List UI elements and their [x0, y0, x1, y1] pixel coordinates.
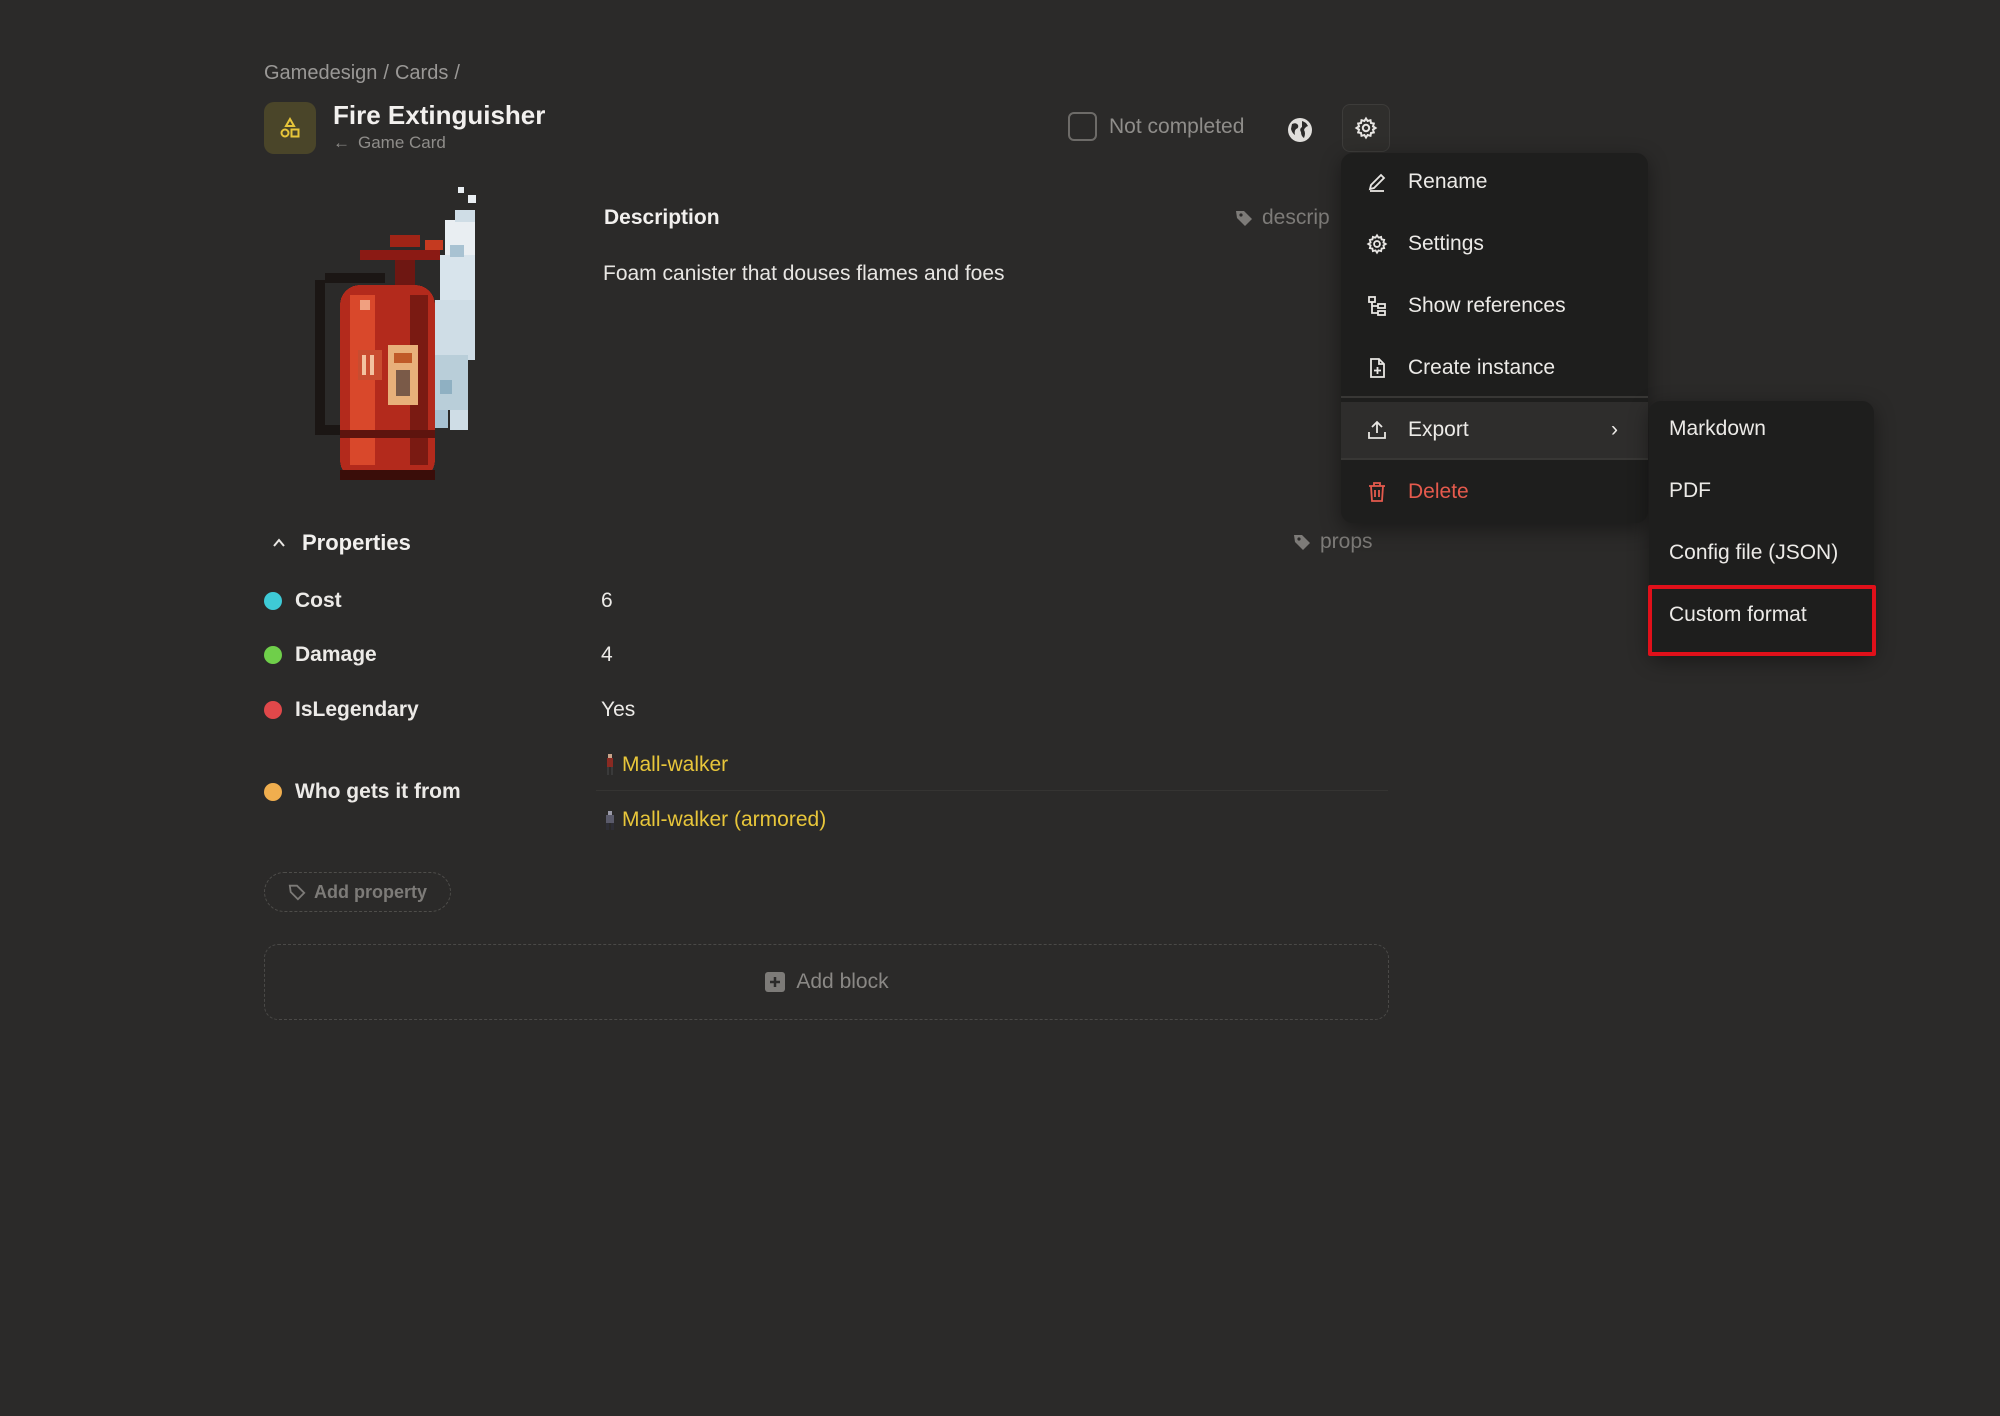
description-heading: Description [604, 206, 720, 229]
add-property-label: Add property [313, 881, 427, 902]
property-value-cost[interactable]: 6 [601, 589, 613, 613]
page-options-menu: Rename Settings Show references Create i… [1341, 153, 1648, 523]
menu-item-label: Rename [1408, 170, 1488, 193]
menu-item-label: Export [1408, 418, 1469, 441]
template-link[interactable]: ← Game Card [333, 133, 446, 153]
mall-walker-armored-icon [606, 811, 614, 830]
menu-separator [1341, 396, 1648, 398]
tag-icon [1294, 535, 1310, 550]
reference-link[interactable]: Mall-walker [604, 753, 728, 777]
description-tag[interactable]: descrip [1234, 206, 1330, 230]
properties-heading: Properties [302, 530, 411, 555]
breadcrumb-separator: / [383, 62, 389, 84]
chevron-right-icon: › [1611, 418, 1618, 441]
highlight-box [1648, 585, 1876, 656]
page-title: Fire Extinguisher [333, 100, 546, 130]
menu-item-label: Delete [1408, 480, 1469, 503]
arrow-left-icon: ← [333, 133, 350, 152]
add-block-label: Add block [796, 970, 889, 993]
globe-icon[interactable] [1282, 112, 1318, 148]
tree-icon [1368, 296, 1386, 316]
export-pdf[interactable]: PDF [1649, 463, 1874, 519]
property-damage[interactable]: Damage [264, 643, 377, 667]
property-label: Cost [295, 589, 342, 612]
card-image [300, 185, 530, 495]
reference-label: Mall-walker (armored) [622, 808, 827, 831]
add-property-button[interactable]: Add property [264, 872, 451, 912]
menu-item-label: Show references [1408, 294, 1566, 317]
menu-item-export[interactable]: Export › [1341, 402, 1648, 458]
properties-tag[interactable]: props [1292, 530, 1373, 554]
plus-square-icon [765, 972, 786, 992]
mall-walker-icon [607, 754, 613, 775]
menu-item-rename[interactable]: Rename [1341, 154, 1648, 210]
breadcrumb: Gamedesign / Cards / [264, 62, 460, 85]
chevron-up-icon [273, 538, 285, 547]
upload-icon [1368, 420, 1386, 439]
tag-outline-icon [288, 884, 306, 901]
menu-separator [1341, 458, 1648, 460]
property-value-damage[interactable]: 4 [601, 643, 613, 667]
completion-checkbox[interactable] [1068, 112, 1097, 141]
file-plus-icon [1370, 358, 1385, 378]
completion-label: Not completed [1109, 114, 1245, 138]
add-block-button[interactable]: Add block [264, 944, 1389, 1020]
properties-tag-label: props [1320, 530, 1373, 553]
reference-link[interactable]: Mall-walker (armored) [604, 808, 826, 832]
pencil-icon [1368, 173, 1386, 192]
property-label: Who gets it from [295, 780, 461, 803]
property-color-dot [264, 592, 282, 610]
description-tag-label: descrip [1262, 206, 1330, 229]
property-who-gets-it-from[interactable]: Who gets it from [264, 780, 461, 804]
menu-item-settings[interactable]: Settings [1341, 216, 1648, 272]
property-cost[interactable]: Cost [264, 589, 342, 613]
export-config-json[interactable]: Config file (JSON) [1649, 525, 1874, 581]
trash-icon [1369, 482, 1385, 502]
property-color-dot [264, 783, 282, 801]
reference-label: Mall-walker [622, 753, 729, 776]
menu-item-create-instance[interactable]: Create instance [1341, 340, 1648, 396]
property-label: Damage [295, 643, 377, 666]
property-value-islegendary[interactable]: Yes [601, 698, 635, 722]
property-islegendary[interactable]: IsLegendary [264, 698, 419, 722]
divider [596, 790, 1388, 791]
property-color-dot [264, 701, 282, 719]
tag-icon [1236, 211, 1252, 226]
menu-item-label: Settings [1408, 232, 1484, 255]
export-markdown[interactable]: Markdown [1649, 401, 1874, 457]
template-name: Game Card [358, 133, 446, 152]
shapes-icon[interactable] [264, 102, 316, 154]
gear-button[interactable] [1342, 104, 1390, 152]
properties-toggle[interactable]: Properties [270, 530, 411, 556]
menu-item-delete[interactable]: Delete [1341, 464, 1648, 520]
property-color-dot [264, 646, 282, 664]
menu-item-label: Create instance [1408, 356, 1556, 379]
breadcrumb-gamedesign[interactable]: Gamedesign [264, 62, 377, 85]
completion-toggle[interactable]: Not completed [1068, 112, 1244, 141]
property-label: IsLegendary [295, 698, 419, 721]
gear-icon [1366, 233, 1388, 255]
breadcrumb-cards[interactable]: Cards [395, 62, 448, 85]
gear-icon [1354, 116, 1378, 140]
description-text[interactable]: Foam canister that douses flames and foe… [603, 262, 1005, 286]
breadcrumb-separator: / [454, 62, 460, 84]
menu-item-show-references[interactable]: Show references [1341, 278, 1648, 334]
